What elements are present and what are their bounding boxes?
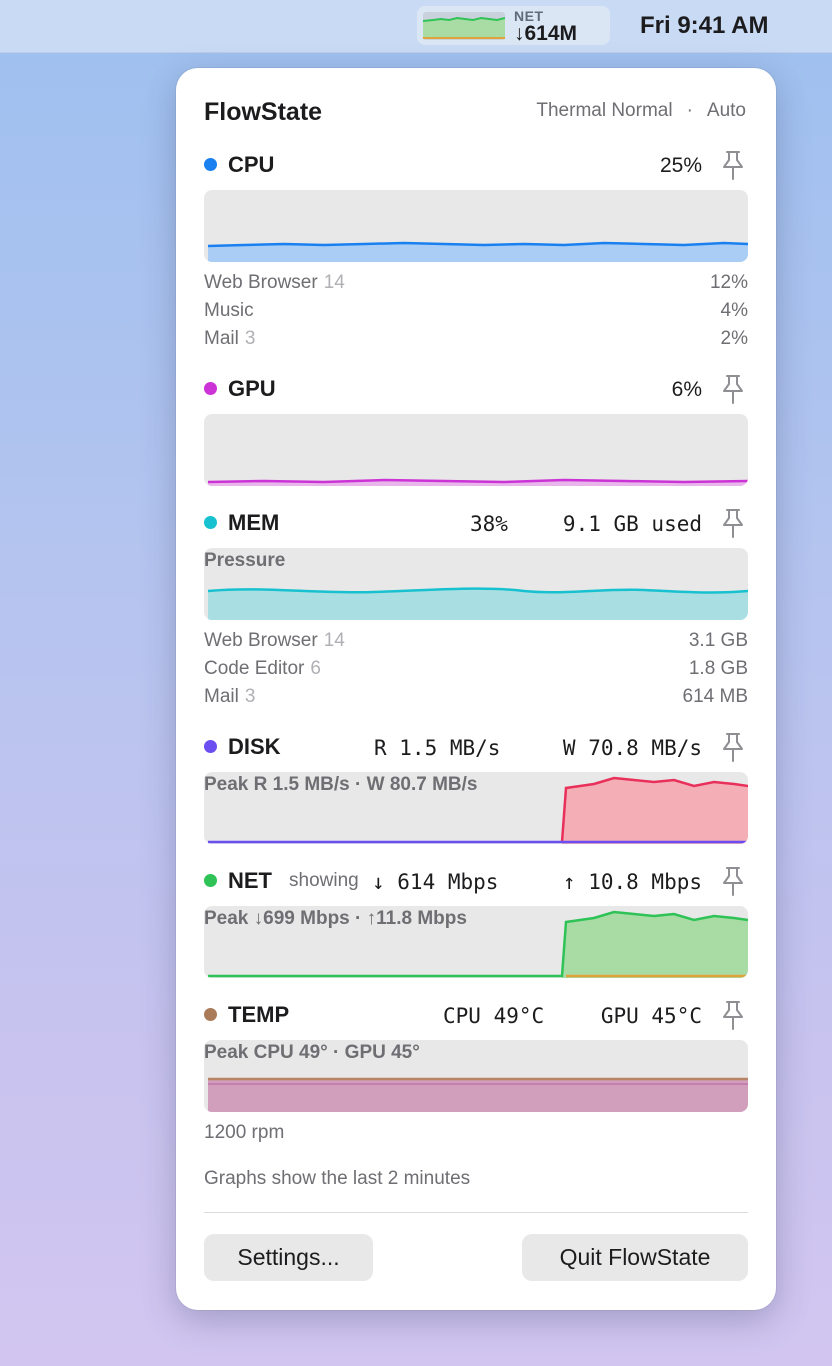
- mem-pressure-graph: Pressure: [204, 548, 748, 620]
- mem-used: 9.1 GB used: [562, 512, 702, 536]
- mode-status: Auto: [706, 100, 746, 121]
- temp-color-dot: [204, 1008, 217, 1021]
- cpu-graph: [204, 190, 748, 262]
- net-upload: ↑ 10.8 Mbps: [562, 870, 702, 894]
- mem-percent: 38%: [470, 512, 508, 536]
- temp-gpu: GPU 45°C: [600, 1004, 702, 1028]
- footer-divider: [204, 1212, 748, 1213]
- process-count: 14: [323, 272, 345, 293]
- disk-section-title[interactable]: DISK: [228, 734, 281, 760]
- net-graph-label: Peak ↓699 Mbps · ↑11.8 Mbps: [204, 908, 467, 929]
- temp-graph-label: Peak CPU 49° · GPU 45°: [204, 1042, 420, 1063]
- mem-process-row[interactable]: Mail 3 614 MB: [204, 686, 748, 712]
- menu-bar: NET ↓614M Fri 9:41 AM: [0, 0, 832, 53]
- fan-speed: 1200 rpm: [204, 1122, 285, 1143]
- mem-process-row[interactable]: Code Editor 6 1.8 GB: [204, 658, 748, 684]
- cpu-color-dot: [204, 158, 217, 171]
- net-pin-icon[interactable]: [720, 866, 746, 896]
- net-download: ↓ 614 Mbps: [372, 870, 499, 894]
- graphs-footnote: Graphs show the last 2 minutes: [204, 1168, 471, 1189]
- cpu-section-title[interactable]: CPU: [228, 152, 274, 178]
- disk-color-dot: [204, 740, 217, 753]
- process-value: 12%: [709, 272, 748, 293]
- net-graph: Peak ↓699 Mbps · ↑11.8 Mbps: [204, 906, 748, 978]
- process-count: 3: [244, 328, 256, 349]
- temp-cpu: CPU 49°C: [443, 1004, 545, 1028]
- net-showing-label: showing: [289, 870, 359, 891]
- mem-color-dot: [204, 516, 217, 529]
- process-count: 14: [323, 630, 345, 651]
- process-count: 3: [244, 686, 256, 707]
- process-value: 614 MB: [682, 686, 748, 707]
- tray-value: ↓614M: [514, 22, 578, 45]
- mem-process-row[interactable]: Web Browser 14 3.1 GB: [204, 630, 748, 656]
- settings-button[interactable]: Settings...: [204, 1234, 373, 1281]
- quit-button[interactable]: Quit FlowState: [522, 1234, 748, 1281]
- gpu-color-dot: [204, 382, 217, 395]
- panel-title: FlowState: [204, 98, 323, 126]
- tray-sparkline-icon: [423, 12, 505, 40]
- cpu-value: 25%: [659, 154, 702, 177]
- net-color-dot: [204, 874, 217, 887]
- gpu-section-title[interactable]: GPU: [228, 376, 276, 402]
- process-count: 6: [310, 658, 321, 679]
- process-name: Web Browser: [204, 630, 318, 651]
- mem-graph-label: Pressure: [204, 550, 286, 571]
- thermal-status: Thermal Normal: [536, 100, 673, 121]
- cpu-pin-icon[interactable]: [720, 150, 746, 180]
- disk-graph-label: Peak R 1.5 MB/s · W 80.7 MB/s: [204, 774, 478, 795]
- gpu-graph: [204, 414, 748, 486]
- disk-graph: Peak R 1.5 MB/s · W 80.7 MB/s: [204, 772, 748, 844]
- process-value: 3.1 GB: [688, 630, 748, 651]
- process-value: 1.8 GB: [688, 658, 748, 679]
- temp-graph: Peak CPU 49° · GPU 45°: [204, 1040, 748, 1112]
- flowstate-panel: FlowState Thermal Normal · Auto CPU 25% We…: [176, 68, 776, 1310]
- disk-read: R 1.5 MB/s: [374, 736, 501, 760]
- gpu-pin-icon[interactable]: [720, 374, 746, 404]
- cpu-process-row[interactable]: Web Browser 14 12%: [204, 272, 748, 298]
- process-name: Mail: [204, 686, 239, 707]
- status-separator: ·: [686, 100, 693, 121]
- cpu-process-row[interactable]: Music 4%: [204, 300, 748, 326]
- network-tray-item[interactable]: NET ↓614M: [417, 6, 610, 45]
- process-value: 4%: [720, 300, 748, 321]
- disk-pin-icon[interactable]: [720, 732, 746, 762]
- disk-write: W 70.8 MB/s: [562, 736, 702, 760]
- process-name: Mail: [204, 328, 239, 349]
- process-value: 2%: [720, 328, 748, 349]
- process-name: Music: [204, 300, 254, 321]
- mem-section-title[interactable]: MEM: [228, 510, 279, 536]
- cpu-process-row[interactable]: Mail 3 2%: [204, 328, 748, 354]
- process-name: Code Editor: [204, 658, 305, 679]
- process-name: Web Browser: [204, 272, 318, 293]
- mem-pin-icon[interactable]: [720, 508, 746, 538]
- menu-clock[interactable]: Fri 9:41 AM: [640, 12, 768, 40]
- temp-section-title[interactable]: TEMP: [228, 1002, 289, 1028]
- panel-status: Thermal Normal · Auto: [536, 100, 746, 122]
- temp-pin-icon[interactable]: [720, 1000, 746, 1030]
- net-section-title[interactable]: NET: [228, 868, 272, 894]
- gpu-value: 6%: [671, 378, 702, 401]
